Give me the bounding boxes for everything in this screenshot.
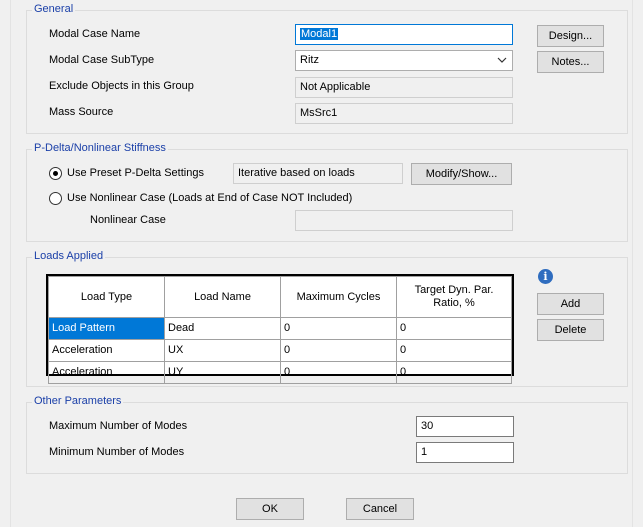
subtype-value: Ritz (300, 54, 319, 66)
table-cell[interactable]: Dead (164, 317, 281, 340)
loads-table-header: Load Type Load Name Maximum Cycles Targe… (48, 276, 512, 318)
modify-show-button[interactable]: Modify/Show... (411, 163, 512, 185)
table-cell[interactable]: 0 (280, 361, 397, 384)
exclude-objects-field: Not Applicable (295, 77, 513, 98)
chevron-down-icon (497, 57, 507, 63)
column-header-target-ratio: Target Dyn. Par. Ratio, % (396, 276, 512, 318)
preset-pdelta-radio[interactable] (49, 167, 62, 180)
other-parameters-group-title: Other Parameters (32, 395, 124, 408)
column-header-load-type: Load Type (48, 276, 165, 318)
table-cell[interactable]: 0 (280, 339, 397, 362)
max-modes-input[interactable]: 30 (416, 416, 514, 437)
modal-case-name-text: Modal1 (300, 28, 339, 40)
table-cell[interactable]: UY (164, 361, 281, 384)
preset-pdelta-label[interactable]: Use Preset P-Delta Settings (67, 166, 204, 180)
table-cell[interactable]: 0 (280, 317, 397, 340)
other-parameters-group (26, 402, 628, 474)
nonlinear-case-field (295, 210, 513, 231)
min-modes-label: Minimum Number of Modes (49, 446, 185, 458)
table-row[interactable]: Acceleration UX 0 0 (48, 339, 512, 362)
table-row[interactable]: Acceleration UY 0 0 (48, 361, 512, 384)
table-cell[interactable]: Acceleration (48, 339, 165, 362)
right-window-edge (632, 0, 643, 527)
design-button[interactable]: Design... (537, 25, 604, 47)
table-cell[interactable]: 0 (396, 361, 512, 384)
preset-pdelta-field: Iterative based on loads (233, 163, 403, 184)
info-icon[interactable]: i (538, 269, 553, 284)
add-button[interactable]: Add (537, 293, 604, 315)
general-group-title: General (32, 3, 76, 16)
modal-case-subtype-select[interactable]: Ritz (295, 50, 513, 71)
left-window-edge (0, 0, 11, 527)
mass-source-label: Mass Source (49, 106, 114, 118)
modal-case-name-input[interactable]: Modal1 (295, 24, 513, 45)
table-cell[interactable]: Acceleration (48, 361, 165, 384)
ok-button[interactable]: OK (236, 498, 304, 520)
table-row[interactable]: Load Pattern Dead 0 0 (48, 317, 512, 340)
loads-table: Load Type Load Name Maximum Cycles Targe… (46, 274, 514, 384)
min-modes-input[interactable]: 1 (416, 442, 514, 463)
nonlinear-case-radio[interactable] (49, 192, 62, 205)
loads-applied-group-title: Loads Applied (32, 250, 106, 263)
nonlinear-case-option-label[interactable]: Use Nonlinear Case (Loads at End of Case… (67, 191, 352, 205)
max-modes-label: Maximum Number of Modes (49, 420, 188, 432)
notes-button[interactable]: Notes... (537, 51, 604, 73)
column-header-load-name: Load Name (164, 276, 281, 318)
table-cell[interactable]: UX (164, 339, 281, 362)
pdelta-group-title: P-Delta/Nonlinear Stiffness (32, 142, 168, 155)
delete-button[interactable]: Delete (537, 319, 604, 341)
modal-case-name-label: Modal Case Name (49, 28, 141, 40)
column-header-maximum-cycles: Maximum Cycles (280, 276, 397, 318)
table-cell[interactable]: 0 (396, 339, 512, 362)
radio-selected-dot (53, 171, 58, 176)
table-cell[interactable]: Load Pattern (48, 317, 165, 340)
table-cell[interactable]: 0 (396, 317, 512, 340)
exclude-objects-label: Exclude Objects in this Group (49, 80, 194, 92)
nonlinear-case-label: Nonlinear Case (90, 214, 166, 226)
modal-case-subtype-label: Modal Case SubType (49, 54, 155, 66)
mass-source-field: MsSrc1 (295, 103, 513, 124)
cancel-button[interactable]: Cancel (346, 498, 414, 520)
